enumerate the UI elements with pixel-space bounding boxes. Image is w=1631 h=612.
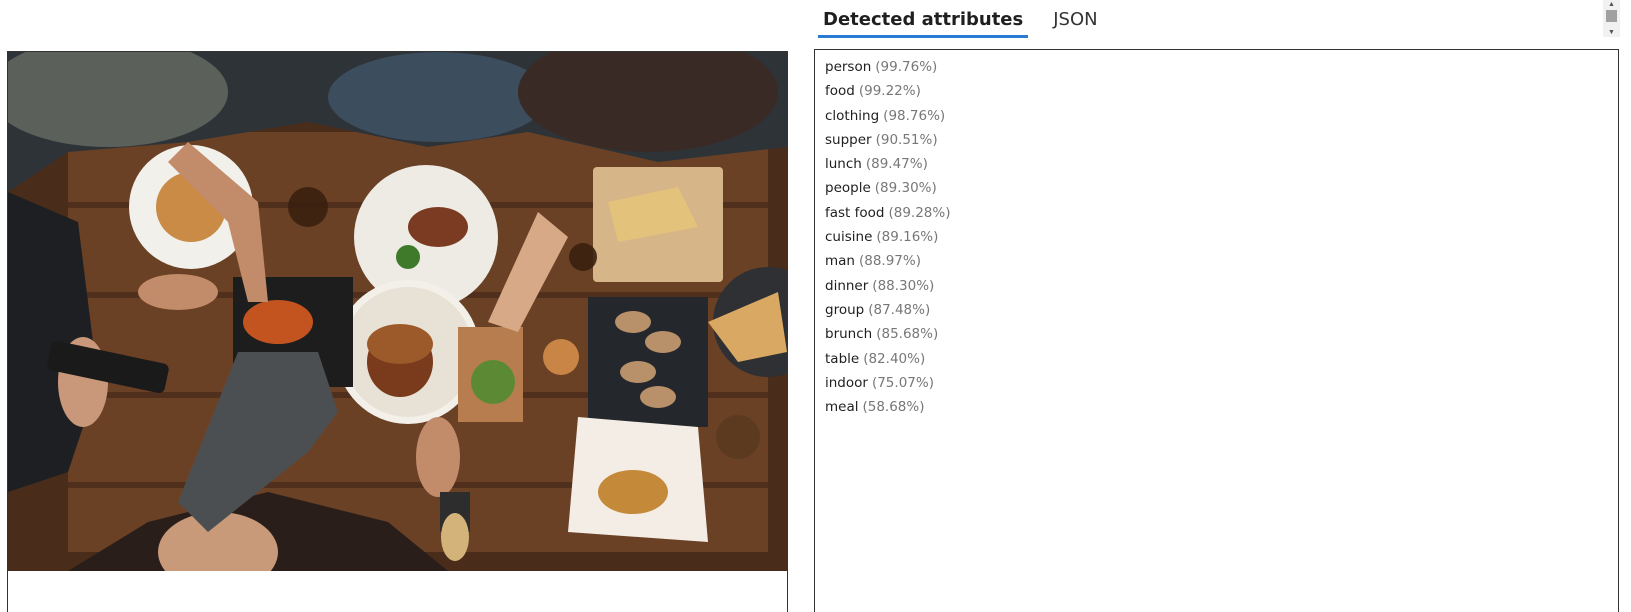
image-panel (7, 51, 788, 612)
attribute-confidence: (82.40%) (863, 350, 926, 367)
attribute-confidence: (89.16%) (876, 229, 939, 246)
scroll-thumb[interactable] (1606, 10, 1617, 22)
list-item: person (99.76%) (825, 59, 1618, 83)
attribute-confidence: (90.51%) (875, 131, 938, 148)
attribute-confidence: (75.07%) (871, 374, 934, 391)
attribute-name: people (825, 180, 871, 197)
scroll-down-arrow-icon[interactable]: ▼ (1603, 28, 1620, 37)
list-item: lunch (89.47%) (825, 156, 1618, 180)
attribute-confidence: (88.97%) (858, 253, 921, 270)
attribute-name: lunch (825, 156, 862, 173)
attribute-name: supper (825, 131, 872, 148)
page-scrollbar[interactable]: ▲ ▼ (1603, 0, 1620, 37)
list-item: fast food (89.28%) (825, 205, 1618, 229)
attribute-confidence: (99.22%) (858, 83, 921, 100)
attribute-name: cuisine (825, 229, 873, 246)
attribute-name: dinner (825, 277, 869, 294)
attribute-confidence: (89.28%) (888, 204, 951, 221)
tab-json[interactable]: JSON (1048, 3, 1102, 38)
attribute-name: indoor (825, 374, 868, 391)
list-item: group (87.48%) (825, 302, 1618, 326)
scroll-up-arrow-icon[interactable]: ▲ (1603, 0, 1620, 9)
attribute-confidence: (88.30%) (872, 277, 935, 294)
attribute-name: food (825, 83, 855, 100)
list-item: table (82.40%) (825, 351, 1618, 375)
tab-detected-attributes[interactable]: Detected attributes (818, 3, 1029, 38)
attribute-confidence: (58.68%) (862, 399, 925, 416)
attribute-confidence: (89.47%) (865, 156, 928, 173)
attribute-confidence: (89.30%) (874, 180, 937, 197)
attribute-name: man (825, 253, 855, 270)
attribute-confidence: (87.48%) (868, 301, 931, 318)
list-item: indoor (75.07%) (825, 375, 1618, 399)
list-item: man (88.97%) (825, 253, 1618, 277)
list-item: food (99.22%) (825, 83, 1618, 107)
list-item: people (89.30%) (825, 180, 1618, 204)
attribute-name: brunch (825, 326, 873, 343)
attribute-name: meal (825, 399, 859, 416)
result-tabs: Detected attributes JSON (818, 0, 1123, 38)
attribute-name: fast food (825, 204, 885, 221)
attribute-confidence: (98.76%) (883, 107, 946, 124)
list-item: brunch (85.68%) (825, 326, 1618, 350)
list-item: clothing (98.76%) (825, 108, 1618, 132)
app-root: Detected attributes JSON ▲ ▼ person (99.7… (0, 0, 1631, 612)
attribute-list: person (99.76%) food (99.22%) clothing (98.… (815, 50, 1618, 423)
attribute-name: person (825, 59, 872, 75)
attribute-confidence: (85.68%) (876, 326, 939, 343)
attribute-name: group (825, 301, 865, 318)
attribute-confidence: (99.76%) (875, 59, 938, 75)
analyzed-photo (8, 52, 787, 571)
attribute-name: clothing (825, 107, 880, 124)
list-item: meal (58.68%) (825, 399, 1618, 423)
list-item: cuisine (89.16%) (825, 229, 1618, 253)
list-item: dinner (88.30%) (825, 278, 1618, 302)
list-item: supper (90.51%) (825, 132, 1618, 156)
detected-attributes-panel: person (99.76%) food (99.22%) clothing (98.… (814, 49, 1619, 612)
attribute-name: table (825, 350, 860, 367)
